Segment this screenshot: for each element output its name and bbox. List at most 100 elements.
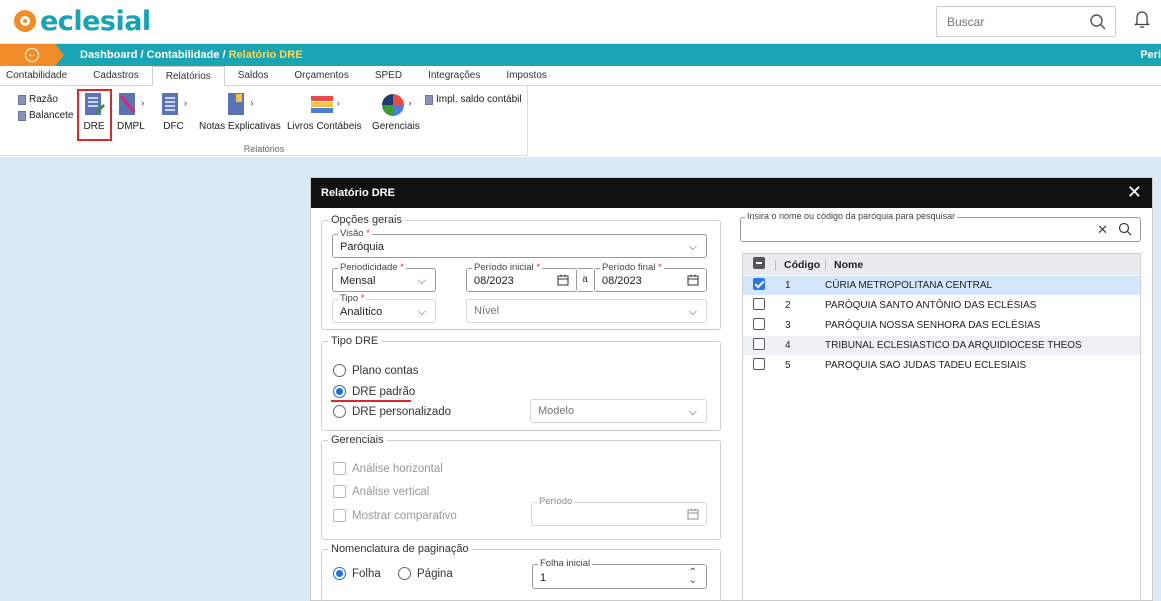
notas-explicativas-button[interactable]: › Notas Explicativas — [199, 92, 281, 132]
ribbon-group-caption: Relatórios — [243, 144, 285, 154]
table-row[interactable]: 4 TRIBUNAL ECLESIASTICO DA ARQUIDIOCESE … — [743, 336, 1140, 356]
tab-relatorios[interactable]: Relatórios — [151, 66, 225, 86]
table-row[interactable]: 2 PARÓQUIA SANTO ANTÔNIO DAS ECLÉSIAS — [743, 296, 1140, 316]
document-icon — [18, 94, 26, 105]
parish-panel: Insira o nome ou código da paróquia para… — [740, 211, 1141, 601]
tab-sped[interactable]: SPED — [362, 66, 415, 86]
chevron-down-icon: ⌵ — [688, 306, 697, 318]
document-icon — [425, 94, 433, 105]
table-row[interactable]: 1 CÚRIA METROPOLITANA CENTRAL — [743, 276, 1140, 296]
back-button[interactable]: ← — [0, 44, 64, 66]
check-analise-horizontal[interactable]: Análise horizontal — [333, 462, 443, 475]
radio-dre-padrao[interactable]: DRE padrão — [333, 385, 415, 398]
chevron-right-icon: › — [141, 98, 145, 108]
periodo-final-label: Período final * — [600, 262, 664, 273]
radio-dre-padrao-circle[interactable] — [333, 385, 346, 398]
analise-horizontal-checkbox[interactable] — [333, 462, 346, 475]
table-header-row: Código Nome — [743, 254, 1140, 276]
range-separator: a — [577, 268, 593, 292]
row-name: PARÓQUIA SANTO ANTÔNIO DAS ECLÉSIAS — [825, 300, 1037, 311]
eclesial-logo[interactable]: eclesial — [14, 4, 151, 38]
row-checkbox[interactable] — [753, 298, 765, 310]
pie-chart-icon — [382, 94, 405, 116]
dmpl-button-label: DMPL — [117, 121, 145, 132]
radio-pagina[interactable]: Página — [398, 567, 453, 580]
razao-button[interactable]: Razão — [18, 94, 58, 105]
header-codigo[interactable]: Código — [784, 259, 820, 271]
header-nome[interactable]: Nome — [834, 259, 863, 271]
parish-table: Código Nome 1 CÚRIA METROPOLITANA CENTRA… — [742, 253, 1141, 601]
column-separator — [825, 259, 826, 270]
folha-inicial-stepper[interactable]: Folha inicial 1 ⌃ ⌄ — [532, 558, 707, 589]
calendar-icon[interactable] — [557, 274, 569, 289]
tab-contabilidade[interactable]: Contabilidade — [0, 66, 80, 86]
radio-folha-circle[interactable] — [333, 567, 346, 580]
tipo-dre-legend: Tipo DRE — [331, 335, 379, 347]
tab-impostos[interactable]: Impostos — [493, 66, 560, 86]
breadcrumb-item-contabilidade[interactable]: Contabilidade — [147, 49, 220, 61]
analise-vertical-checkbox[interactable] — [333, 485, 346, 498]
search-icon[interactable] — [1089, 13, 1107, 34]
radio-dre-personalizado[interactable]: DRE personalizado — [333, 405, 451, 418]
radio-dre-personalizado-label: DRE personalizado — [352, 405, 452, 418]
radio-pagina-circle[interactable] — [398, 567, 411, 580]
visao-select[interactable]: Visão * Paróquia ⌵ — [332, 228, 707, 258]
periodo-comparativo-field[interactable]: Período — [531, 496, 707, 526]
dfc-report-icon — [162, 93, 178, 115]
nivel-select[interactable]: Nível ⌵ — [466, 299, 707, 323]
radio-plano-contas-circle[interactable] — [333, 364, 346, 377]
periodo-final-field[interactable]: Período final * 08/2023 — [594, 262, 707, 292]
tab-saldos[interactable]: Saldos — [225, 66, 282, 86]
periodicidade-value: Mensal — [340, 275, 376, 287]
row-checkbox[interactable] — [753, 278, 765, 290]
bell-icon[interactable] — [1133, 9, 1151, 32]
chevron-right-icon: › — [408, 98, 412, 108]
global-search[interactable] — [936, 6, 1116, 37]
periodo-inicial-field[interactable]: Período inicial * 08/2023 — [466, 262, 577, 292]
parish-search-input[interactable]: Insira o nome ou código da paróquia para… — [740, 211, 1141, 242]
radio-dre-personalizado-circle[interactable] — [333, 405, 346, 418]
modelo-select[interactable]: Modelo ⌵ — [530, 399, 707, 423]
tipo-select[interactable]: Tipo * Analítico ⌵ — [332, 293, 436, 323]
table-row[interactable]: 5 PAROQUIA SAO JUDAS TADEU ECLESIAIS — [743, 356, 1140, 376]
breadcrumb-item-dashboard[interactable]: Dashboard — [80, 49, 137, 61]
row-checkbox[interactable] — [753, 338, 765, 350]
clear-icon[interactable]: ✕ — [1097, 222, 1108, 239]
tab-cadastros[interactable]: Cadastros — [80, 66, 152, 86]
radio-folha[interactable]: Folha — [333, 567, 381, 580]
tab-integracoes[interactable]: Integrações — [415, 66, 493, 86]
check-analise-vertical[interactable]: Análise vertical — [333, 485, 429, 498]
calendar-icon[interactable] — [687, 508, 699, 523]
balancete-button[interactable]: Balancete — [18, 110, 73, 121]
stepper-arrows-icon[interactable]: ⌃ ⌄ — [689, 568, 697, 586]
gerenciais-button[interactable]: › Gerenciais — [372, 92, 420, 132]
folha-inicial-label: Folha inicial — [538, 558, 593, 569]
impl-saldo-contabil-label: Impl. saldo contábil — [436, 94, 522, 105]
row-code: 2 — [785, 300, 791, 311]
tipo-label: Tipo * — [338, 293, 367, 304]
periodicidade-select[interactable]: Periodicidade * Mensal ⌵ — [332, 262, 436, 292]
calendar-icon[interactable] — [687, 274, 699, 289]
dmpl-button[interactable]: › DMPL — [117, 92, 145, 132]
row-checkbox[interactable] — [753, 358, 765, 370]
search-icon[interactable] — [1118, 222, 1132, 239]
balancete-label: Balancete — [29, 110, 74, 121]
opcoes-gerais-legend: Opções gerais — [331, 214, 402, 226]
chevron-right-icon: › — [336, 98, 340, 108]
row-checkbox[interactable] — [753, 318, 765, 330]
table-row[interactable]: 3 PARÓQUIA NOSSA SENHORA DAS ECLÉSIAS — [743, 316, 1140, 336]
global-search-input[interactable] — [947, 15, 1077, 29]
dfc-button[interactable]: › DFC — [160, 92, 187, 132]
mostrar-comparativo-checkbox[interactable] — [333, 509, 346, 522]
radio-plano-contas[interactable]: Plano contas — [333, 364, 419, 377]
select-all-checkbox[interactable] — [753, 257, 765, 269]
livros-contabeis-button[interactable]: › Livros Contábeis — [287, 92, 361, 132]
breadcrumb-right-text[interactable]: Peri — [1140, 49, 1161, 61]
dialog-title: Relatório DRE — [321, 187, 395, 199]
tab-orcamentos[interactable]: Orçamentos — [281, 66, 361, 86]
close-icon[interactable]: ✕ — [1127, 183, 1142, 201]
row-name: TRIBUNAL ECLESIASTICO DA ARQUIDIOCESE TH… — [825, 340, 1082, 351]
analise-horizontal-label: Análise horizontal — [352, 462, 443, 475]
impl-saldo-contabil-button[interactable]: Impl. saldo contábil — [425, 94, 522, 105]
check-mostrar-comparativo[interactable]: Mostrar comparativo — [333, 509, 457, 522]
